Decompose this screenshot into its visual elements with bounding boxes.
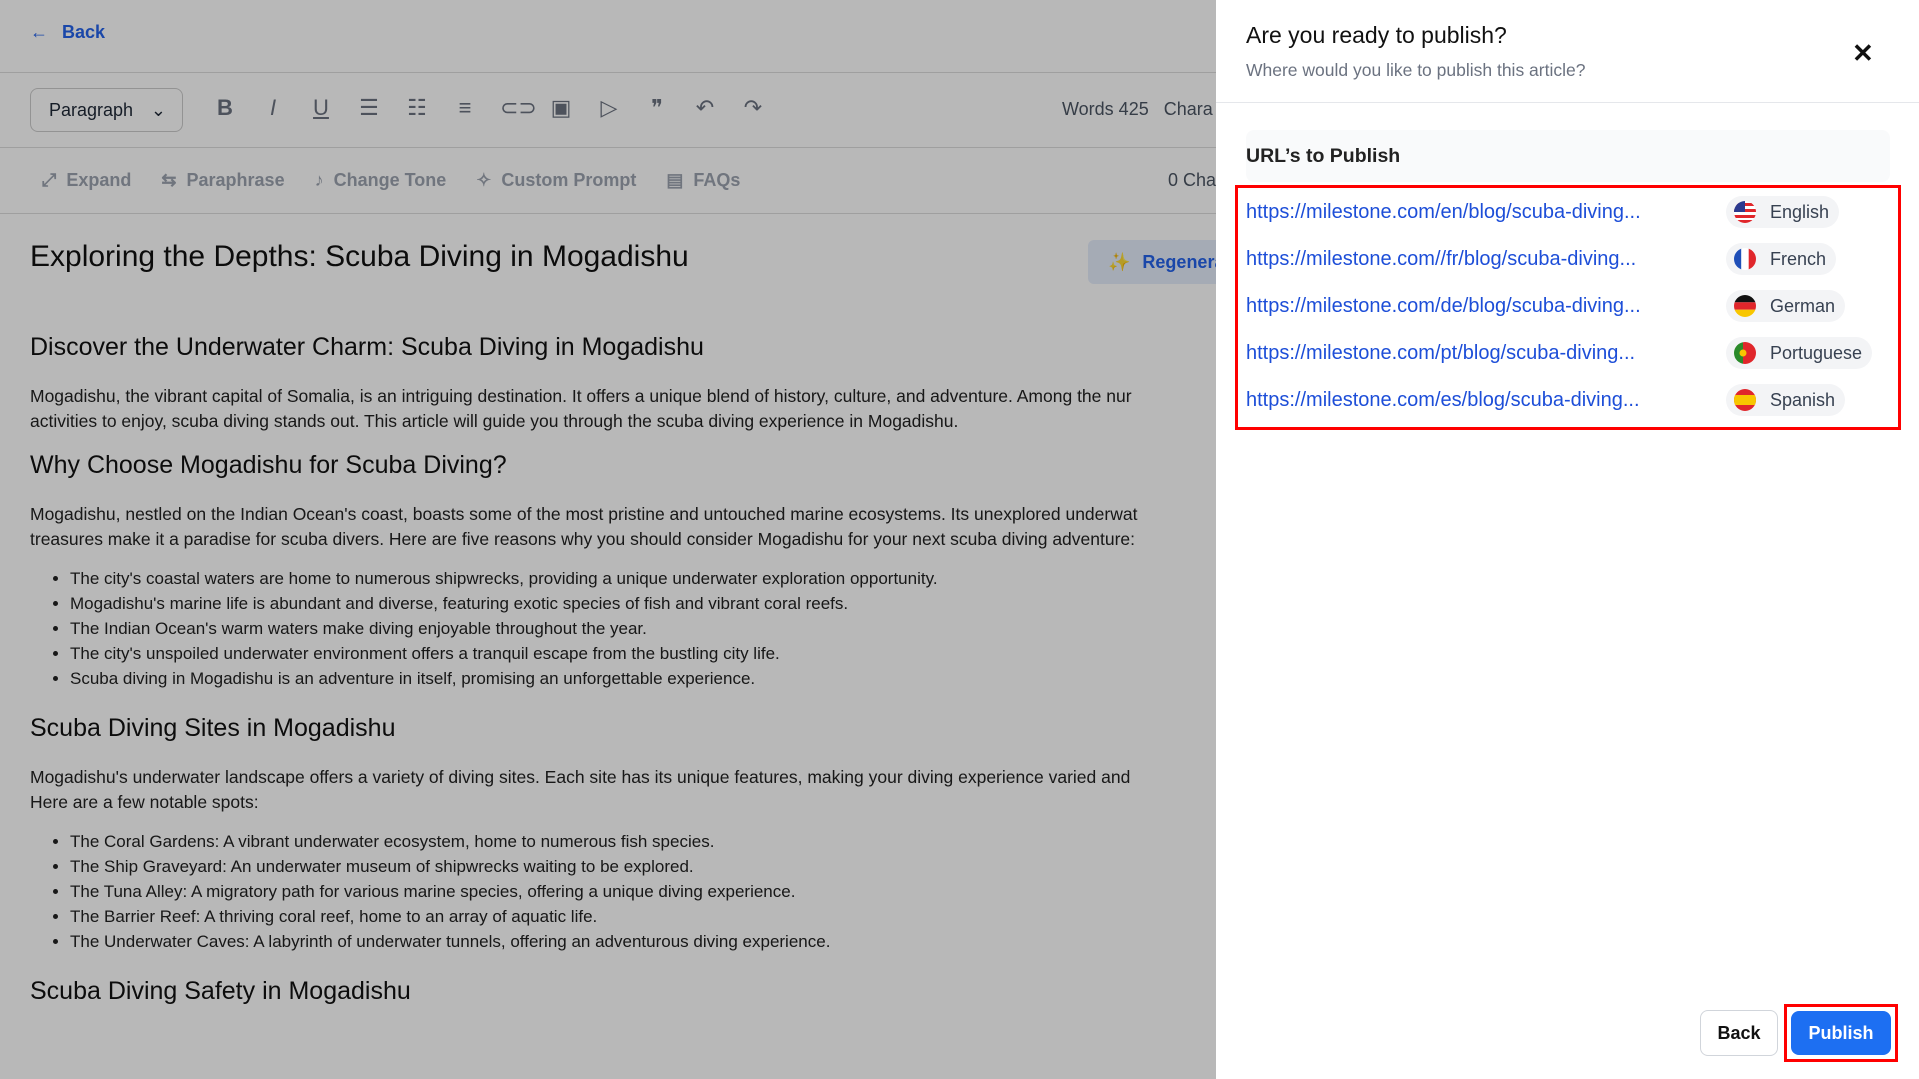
language-badge: German <box>1726 290 1846 322</box>
language-badge: Spanish <box>1726 384 1846 416</box>
publish-panel: Are you ready to publish? Where would yo… <box>1216 0 1919 1079</box>
url-row: https://milestone.com/es/blog/scuba-divi… <box>1246 384 1886 416</box>
publish-url-link[interactable]: https://milestone.com/en/blog/scuba-divi… <box>1246 201 1726 224</box>
language-badge: English <box>1726 196 1840 228</box>
publish-url-link[interactable]: https://milestone.com/es/blog/scuba-divi… <box>1246 389 1726 412</box>
modal-title: Are you ready to publish? <box>1246 22 1507 48</box>
highlight-box <box>1784 1004 1898 1062</box>
publish-url-link[interactable]: https://milestone.com//fr/blog/scuba-div… <box>1246 248 1726 271</box>
language-badge: French <box>1726 243 1837 275</box>
back-button[interactable]: Back <box>1700 1010 1778 1056</box>
publish-url-link[interactable]: https://milestone.com/pt/blog/scuba-divi… <box>1246 342 1726 365</box>
url-row: https://milestone.com/de/blog/scuba-divi… <box>1246 290 1886 322</box>
close-icon[interactable]: ✕ <box>1852 38 1874 69</box>
urls-header: URL’s to Publish <box>1246 130 1890 182</box>
url-row: https://milestone.com/en/blog/scuba-divi… <box>1246 196 1886 228</box>
url-row: https://milestone.com/pt/blog/scuba-divi… <box>1246 337 1886 369</box>
url-row: https://milestone.com//fr/blog/scuba-div… <box>1246 243 1886 275</box>
flag-es-icon <box>1734 389 1756 411</box>
flag-pt-icon <box>1734 342 1756 364</box>
modal-subtitle: Where would you like to publish this art… <box>1246 60 1586 80</box>
modal-backdrop[interactable] <box>0 0 1216 1079</box>
publish-url-link[interactable]: https://milestone.com/de/blog/scuba-divi… <box>1246 295 1726 318</box>
flag-de-icon <box>1734 295 1756 317</box>
language-badge: Portuguese <box>1726 337 1873 369</box>
flag-us-icon <box>1734 201 1756 223</box>
flag-fr-icon <box>1734 248 1756 270</box>
divider <box>1216 102 1919 103</box>
